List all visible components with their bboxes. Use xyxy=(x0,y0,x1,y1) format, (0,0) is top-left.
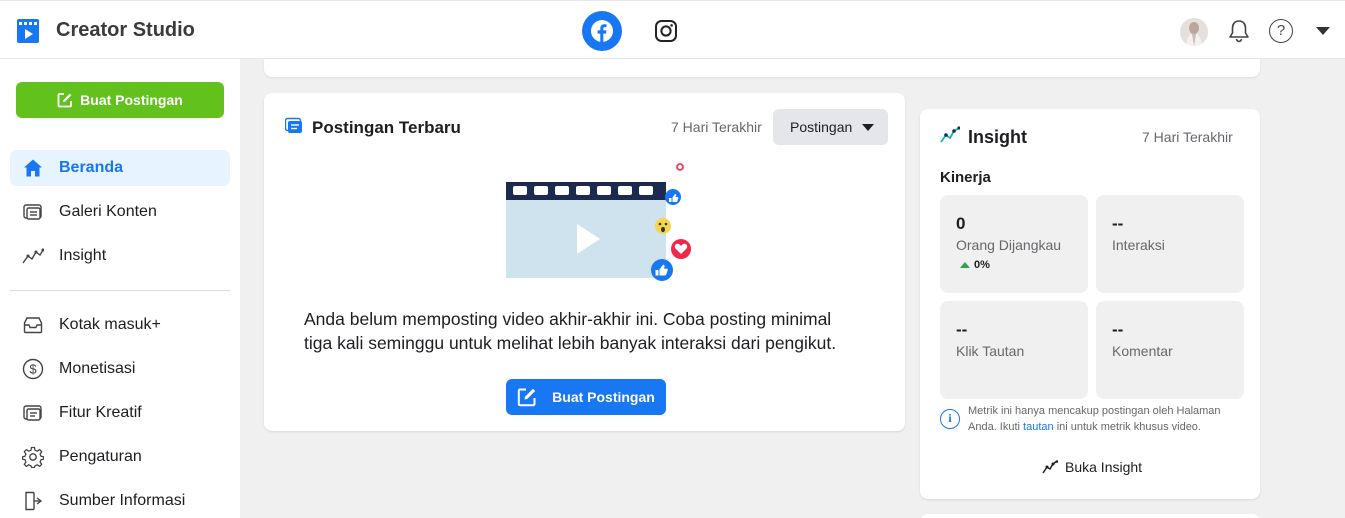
insights-icon xyxy=(1042,460,1058,474)
recent-posts-title: Postingan Terbaru xyxy=(312,118,461,137)
sidebar: Buat Postingan Beranda Galeri Konten Ins… xyxy=(0,59,240,518)
insight-period: 7 Hari Terakhir xyxy=(1142,129,1233,145)
sidebar-divider xyxy=(10,290,230,291)
home-icon xyxy=(22,157,44,179)
trend-up-icon xyxy=(960,262,970,268)
metric-value: -- xyxy=(956,320,968,339)
facebook-tab[interactable] xyxy=(582,11,622,51)
sidebar-create-post-label: Buat Postingan xyxy=(80,92,183,108)
edit-icon xyxy=(517,388,536,407)
metric-value: -- xyxy=(1112,320,1124,339)
metric-reach: 0 Orang Dijangkau 0% xyxy=(940,195,1088,293)
sidebar-item-sumber-informasi[interactable]: Sumber Informasi xyxy=(10,483,230,518)
insight-card: Insight 7 Hari Terakhir Kinerja 0 Orang … xyxy=(920,109,1260,499)
help-icon[interactable]: ? xyxy=(1269,19,1293,43)
metrics-note-link[interactable]: tautan xyxy=(1023,421,1054,433)
post-type-dropdown-value: Postingan xyxy=(790,119,853,135)
resources-icon xyxy=(22,490,44,512)
insights-icon xyxy=(22,245,44,267)
sidebar-item-fitur-kreatif[interactable]: Fitur Kreatif xyxy=(10,395,230,431)
create-post-label: Buat Postingan xyxy=(552,389,655,405)
sidebar-item-beranda[interactable]: Beranda xyxy=(10,150,230,186)
open-insight-label: Buka Insight xyxy=(1065,459,1143,475)
sidebar-item-insight[interactable]: Insight xyxy=(10,238,230,274)
previous-card-bottom xyxy=(264,59,1260,77)
metric-engagement: -- Interaksi xyxy=(1096,195,1244,293)
metric-value: -- xyxy=(1112,214,1124,233)
top-bar: Creator Studio ? xyxy=(0,0,1345,59)
recent-posts-period: 7 Hari Terakhir xyxy=(671,119,762,135)
empty-video-illustration xyxy=(506,163,691,281)
bell-icon[interactable] xyxy=(1228,18,1250,44)
recent-posts-card: Postingan Terbaru 7 Hari Terakhir Postin… xyxy=(264,93,905,431)
metric-label: Klik Tautan xyxy=(956,343,1025,359)
metric-link-clicks: -- Klik Tautan xyxy=(940,301,1088,399)
metric-label: Interaksi xyxy=(1112,237,1165,253)
sidebar-item-label: Galeri Konten xyxy=(59,203,157,220)
facebook-icon xyxy=(591,20,613,42)
creative-tools-icon xyxy=(22,402,44,424)
metrics-note: Metrik ini hanya mencakup postingan oleh… xyxy=(968,403,1248,435)
avatar-image xyxy=(1180,18,1208,46)
sidebar-item-kotak-masuk[interactable]: Kotak masuk+ xyxy=(10,307,230,343)
instagram-icon[interactable] xyxy=(654,19,678,43)
sidebar-item-label: Pengaturan xyxy=(59,448,142,465)
info-icon: i xyxy=(940,409,960,429)
edit-icon xyxy=(57,93,73,108)
post-type-dropdown[interactable]: Postingan xyxy=(773,109,888,145)
sidebar-item-galeri-konten[interactable]: Galeri Konten xyxy=(10,194,230,230)
create-post-button[interactable]: Buat Postingan xyxy=(506,379,666,415)
metric-value: 0 xyxy=(956,214,966,233)
open-insight-button[interactable]: Buka Insight xyxy=(1042,459,1142,475)
caret-down-icon[interactable] xyxy=(1316,27,1330,35)
metric-comments: -- Komentar xyxy=(1096,301,1244,399)
metric-label: Komentar xyxy=(1112,343,1173,359)
creator-studio-logo xyxy=(17,19,39,43)
inbox-icon xyxy=(22,314,44,336)
sidebar-item-label: Insight xyxy=(59,247,107,264)
insight-title: Insight xyxy=(968,127,1027,147)
sidebar-item-label: Sumber Informasi xyxy=(59,492,186,509)
metrics-note-text-end: ini untuk metrik khusus video. xyxy=(1053,421,1201,433)
sidebar-item-label: Beranda xyxy=(59,159,124,176)
sidebar-item-monetisasi[interactable]: $ Monetisasi xyxy=(10,351,230,387)
metric-change: 0% xyxy=(960,259,990,271)
metric-change-value: 0% xyxy=(974,259,990,271)
metric-label: Orang Dijangkau xyxy=(956,237,1062,253)
gear-icon xyxy=(22,446,44,468)
dollar-icon: $ xyxy=(22,358,44,380)
posts-icon xyxy=(285,117,302,133)
sidebar-item-pengaturan[interactable]: Pengaturan xyxy=(10,439,230,475)
sidebar-item-label: Fitur Kreatif xyxy=(59,404,142,421)
chevron-down-icon xyxy=(862,124,874,131)
app-title: Creator Studio xyxy=(56,19,195,41)
content-library-icon xyxy=(22,201,44,223)
performance-label: Kinerja xyxy=(940,169,991,186)
sidebar-item-label: Monetisasi xyxy=(59,360,136,377)
sidebar-create-post-button[interactable]: Buat Postingan xyxy=(16,82,224,118)
empty-posts-message: Anda belum memposting video akhir-akhir … xyxy=(304,309,837,353)
insights-icon xyxy=(940,126,960,143)
sidebar-item-label: Kotak masuk+ xyxy=(59,316,161,333)
next-card-top xyxy=(920,514,1260,518)
svg-text:$: $ xyxy=(29,362,37,377)
avatar[interactable] xyxy=(1180,18,1208,46)
